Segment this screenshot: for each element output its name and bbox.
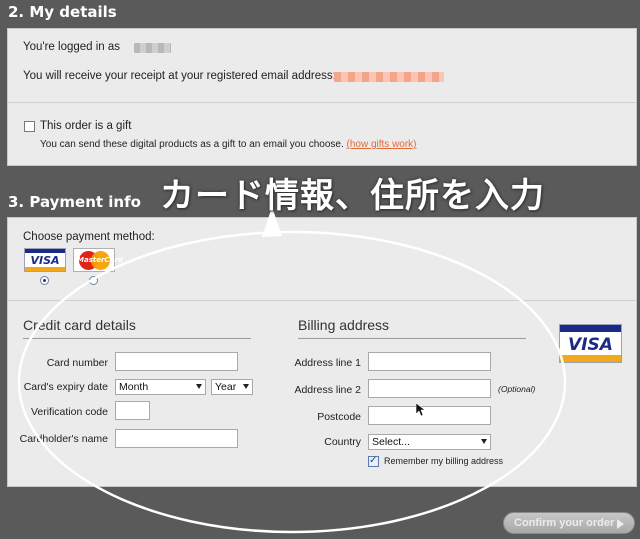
mouse-cursor-icon bbox=[416, 403, 426, 417]
confirm-order-button[interactable]: Confirm your order bbox=[503, 512, 635, 534]
annotation-overlay bbox=[17, 207, 567, 534]
annotation-caption: カード情報、住所を入力 bbox=[160, 176, 545, 216]
play-arrow-icon bbox=[617, 519, 624, 529]
confirm-order-label: Confirm your order bbox=[514, 517, 615, 529]
highlight-ellipse bbox=[17, 230, 567, 534]
